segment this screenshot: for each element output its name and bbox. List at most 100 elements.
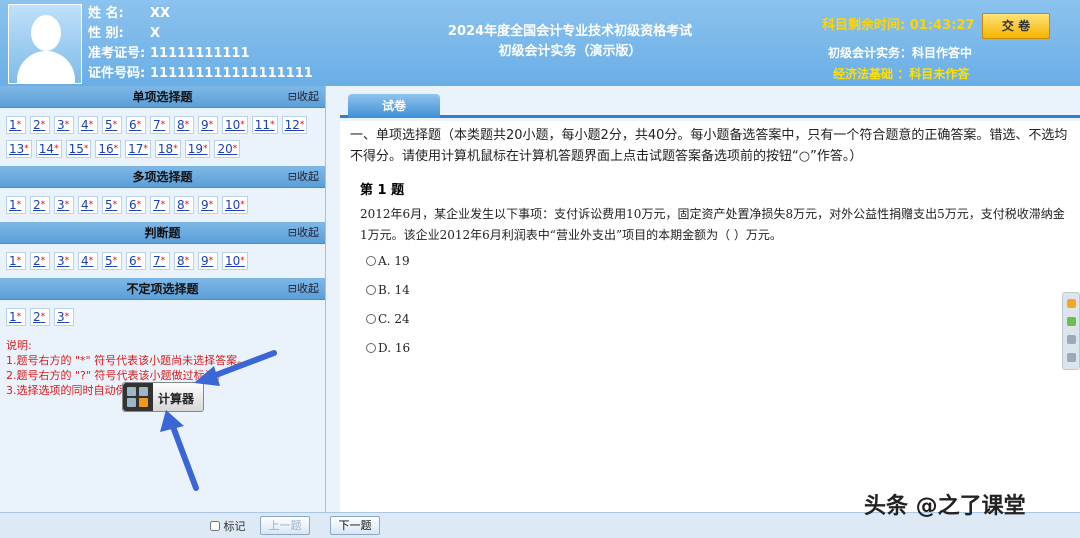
question-link[interactable]: 2*	[30, 252, 50, 270]
candidate-gender: X	[150, 26, 161, 41]
section-title: 不定项选择题	[126, 282, 199, 296]
question-link[interactable]: 3*	[54, 308, 74, 326]
question-link[interactable]: 9*	[198, 252, 218, 270]
collapse-button[interactable]: ⊟收起	[288, 278, 319, 300]
exam-title-block: 2024年度全国会计专业技术初级资格考试 初级会计实务（演示版）	[400, 22, 740, 62]
question-link[interactable]: 10*	[222, 196, 248, 214]
question-link[interactable]: 1*	[6, 252, 26, 270]
question-link[interactable]: 1*	[6, 196, 26, 214]
side-toolbar[interactable]	[1062, 292, 1080, 370]
exam-header: 姓 名: XX 性 别: X 准考证号: 11111111111 证件号码: 11111…	[0, 0, 1080, 86]
tab-bar: 试卷	[340, 92, 1080, 118]
submit-button[interactable]: 交 卷	[982, 13, 1050, 39]
timer-label: 科目剩余时间:	[822, 18, 906, 33]
question-link[interactable]: 5*	[102, 196, 122, 214]
question-link[interactable]: 7*	[150, 252, 170, 270]
next-question-button[interactable]: 下一题	[330, 516, 380, 535]
question-link[interactable]: 3*	[54, 252, 74, 270]
question-link[interactable]: 2*	[30, 116, 50, 134]
question-link[interactable]: 1*	[6, 116, 26, 134]
question-link[interactable]: 2*	[30, 196, 50, 214]
question-grid: 1* 2* 3* 4* 5* 6* 7* 8* 9* 10*	[0, 244, 325, 278]
question-link[interactable]: 10*	[222, 252, 248, 270]
collapse-button[interactable]: ⊟收起	[288, 222, 319, 244]
tab-exam-paper[interactable]: 试卷	[348, 94, 440, 118]
calculator-label: 计算器	[158, 392, 195, 406]
section-title: 多项选择题	[132, 170, 193, 184]
section-instructions: 一、单项选择题（本类题共20小题，每小题2分，共40分。每小题备选答案中，只有一…	[350, 128, 1068, 164]
question-link[interactable]: 5*	[102, 116, 122, 134]
section-header: 单项选择题 ⊟收起	[0, 86, 325, 108]
mark-checkbox-input[interactable]	[210, 521, 220, 531]
question-stem: 2012年6月，某企业发生以下事项：支付诉讼费用10万元，固定资产处置净损失8万…	[360, 207, 1065, 242]
question-link[interactable]: 6*	[126, 116, 146, 134]
answer-option[interactable]: B. 14	[366, 283, 1080, 312]
question-link[interactable]: 14*	[35, 140, 62, 158]
answer-option[interactable]: C. 24	[366, 312, 1080, 341]
answer-option[interactable]: A. 19	[366, 254, 1080, 283]
question-link[interactable]: 19*	[184, 140, 211, 158]
answer-options: A. 19 B. 14 C. 24 D. 16	[366, 254, 1080, 370]
question-link[interactable]: 4*	[78, 252, 98, 270]
timer-value: 01:43:27	[909, 18, 975, 33]
id-label: 证件号码:	[88, 66, 146, 81]
question-link[interactable]: 9*	[198, 196, 218, 214]
section-header: 判断题 ⊟收起	[0, 222, 325, 244]
mark-checkbox[interactable]: 标记	[210, 518, 246, 534]
question-link[interactable]: 1*	[6, 308, 26, 326]
question-link[interactable]: 6*	[126, 196, 146, 214]
question-content: 一、单项选择题（本类题共20小题，每小题2分，共40分。每小题备选答案中，只有一…	[340, 121, 1080, 512]
ticket-number: 11111111111	[150, 46, 250, 61]
question-link[interactable]: 5*	[102, 252, 122, 270]
question-link[interactable]: 2*	[30, 308, 50, 326]
collapse-button[interactable]: ⊟收起	[288, 86, 319, 108]
subject-status-1: 初级会计实务：科目作答中	[828, 46, 973, 60]
question-link[interactable]: 3*	[54, 116, 74, 134]
question-link[interactable]: 13*	[6, 140, 32, 158]
section-header: 不定项选择题 ⊟收起	[0, 278, 325, 300]
question-link[interactable]: 17*	[125, 140, 151, 158]
section-title: 判断题	[144, 226, 181, 240]
watermark: 头条 @之了课堂	[864, 494, 1026, 519]
question-link[interactable]: 9*	[198, 116, 218, 134]
question-navigator: 单项选择题 ⊟收起 1* 2* 3* 4* 5* 6* 7* 8* 9* 10* 11* 12*13* 14…	[0, 86, 326, 512]
question-number: 第 1 题	[360, 183, 405, 198]
question-link[interactable]: 12*	[281, 116, 308, 134]
prev-question-button[interactable]: 上一题	[260, 516, 310, 535]
section-title: 单项选择题	[132, 90, 193, 104]
question-link[interactable]: 18*	[154, 140, 181, 158]
question-grid: 1* 2* 3*	[0, 300, 325, 334]
question-link[interactable]: 15*	[65, 140, 92, 158]
gender-label: 性 别:	[88, 26, 124, 41]
question-link[interactable]: 8*	[174, 196, 194, 214]
question-link[interactable]: 6*	[126, 252, 146, 270]
section-header: 多项选择题 ⊟收起	[0, 166, 325, 188]
radio-button[interactable]	[366, 256, 376, 266]
question-link[interactable]: 10*	[222, 116, 248, 134]
question-link[interactable]: 7*	[150, 116, 170, 134]
question-link[interactable]: 8*	[174, 116, 194, 134]
arrow-icon	[194, 350, 277, 386]
question-grid: 1* 2* 3* 4* 5* 6* 7* 8* 9* 10* 11* 12*13* 14* 15* 16* 1…	[0, 108, 325, 166]
id-number: 111111111111111111	[150, 66, 313, 81]
question-link[interactable]: 4*	[78, 196, 98, 214]
radio-button[interactable]	[366, 343, 376, 353]
question-link[interactable]: 20*	[214, 140, 241, 158]
sections-container: 单项选择题 ⊟收起 1* 2* 3* 4* 5* 6* 7* 8* 9* 10* 11* 12*13* 14…	[0, 86, 325, 334]
exam-title: 2024年度全国会计专业技术初级资格考试	[447, 24, 693, 39]
ticket-label: 准考证号:	[88, 46, 146, 61]
radio-button[interactable]	[366, 285, 376, 295]
question-link[interactable]: 11*	[251, 116, 278, 134]
question-link[interactable]: 7*	[150, 196, 170, 214]
answer-option[interactable]: D. 16	[366, 341, 1080, 370]
question-link[interactable]: 8*	[174, 252, 194, 270]
name-label: 姓 名:	[88, 6, 124, 21]
candidate-name: XX	[150, 6, 171, 21]
exam-subtitle: 初级会计实务（演示版）	[498, 44, 642, 59]
question-link[interactable]: 3*	[54, 196, 74, 214]
question-link[interactable]: 16*	[95, 140, 122, 158]
question-link[interactable]: 4*	[78, 116, 98, 134]
radio-button[interactable]	[366, 314, 376, 324]
question-panel: 试卷 一、单项选择题（本类题共20小题，每小题2分，共40分。每小题备选答案中，…	[340, 92, 1080, 512]
collapse-button[interactable]: ⊟收起	[288, 166, 319, 188]
